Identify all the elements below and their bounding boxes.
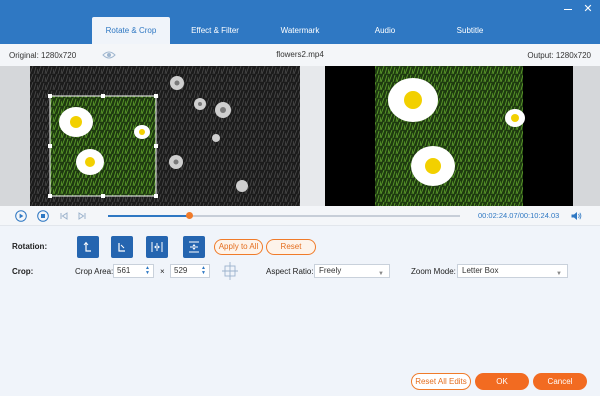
- next-frame-icon[interactable]: [76, 210, 88, 222]
- ok-button[interactable]: OK: [475, 373, 529, 390]
- cancel-button[interactable]: Cancel: [533, 373, 587, 390]
- minimize-icon: [564, 9, 572, 10]
- tab-subtitle[interactable]: Subtitle: [430, 17, 510, 44]
- time-display: 00:02:24.07/00:10:24.03: [478, 211, 560, 220]
- preview-divider: [300, 66, 325, 206]
- output-resolution: Output: 1280x720: [527, 51, 591, 60]
- output-preview: [325, 66, 573, 206]
- previous-frame-icon[interactable]: [58, 210, 70, 222]
- reset-all-edits-button[interactable]: Reset All Edits: [411, 373, 471, 390]
- apply-to-all-button[interactable]: Apply to All: [214, 239, 263, 255]
- original-video-frame: [30, 66, 300, 206]
- stepper-arrows-icon[interactable]: ▲ ▼: [201, 266, 207, 276]
- crop-area-label: Crop Area:: [75, 267, 114, 276]
- tab-effect-filter[interactable]: Effect & Filter: [175, 17, 255, 44]
- tab-audio[interactable]: Audio: [345, 17, 425, 44]
- progress-fill: [108, 215, 189, 217]
- aspect-ratio-select[interactable]: Freely ▼: [314, 264, 390, 278]
- crop-height-value: 529: [174, 266, 188, 275]
- preview-info-bar: Original: 1280x720 flowers2.mp4 Output: …: [0, 44, 600, 66]
- flip-horizontal-icon: [151, 242, 163, 252]
- crop-label: Crop:: [12, 267, 34, 276]
- preview-area: [0, 66, 600, 206]
- volume-icon[interactable]: [570, 210, 582, 222]
- tab-rotate-crop[interactable]: Rotate & Crop: [92, 17, 170, 44]
- rotate-right-icon: [118, 243, 125, 252]
- original-preview[interactable]: [30, 66, 300, 206]
- zoom-mode-select[interactable]: Letter Box ▼: [457, 264, 568, 278]
- crop-width-value: 561: [117, 266, 131, 275]
- aspect-ratio-label: Aspect Ratio:: [266, 267, 314, 276]
- rotate-left-button[interactable]: [77, 236, 99, 258]
- output-video-frame: [325, 66, 573, 206]
- chevron-down-icon: ▼: [378, 271, 384, 277]
- stop-icon[interactable]: [37, 210, 49, 222]
- flip-vertical-button[interactable]: [183, 236, 205, 258]
- play-icon[interactable]: [15, 210, 27, 222]
- zoom-mode-label: Zoom Mode:: [411, 267, 456, 276]
- progress-slider[interactable]: [108, 212, 460, 219]
- rotate-left-icon: [83, 241, 91, 252]
- file-name: flowers2.mp4: [276, 50, 324, 59]
- chevron-down-icon: ▼: [556, 271, 562, 277]
- stepper-arrows-icon[interactable]: ▲ ▼: [145, 266, 151, 276]
- flip-vertical-icon: [189, 241, 199, 253]
- tab-watermark[interactable]: Watermark: [260, 17, 340, 44]
- rotate-right-button[interactable]: [111, 236, 133, 258]
- reset-button[interactable]: Reset: [266, 239, 316, 255]
- flip-horizontal-button[interactable]: [146, 236, 168, 258]
- crop-height-input[interactable]: 529 ▲ ▼: [170, 264, 210, 278]
- rotation-label: Rotation:: [12, 242, 48, 251]
- playback-bar: 00:02:24.07/00:10:24.03: [0, 206, 600, 226]
- crop-width-input[interactable]: 561 ▲ ▼: [113, 264, 154, 278]
- crop-times-sign: ×: [160, 267, 165, 276]
- progress-handle[interactable]: [185, 212, 193, 219]
- aspect-ratio-value: Freely: [319, 266, 342, 275]
- close-button[interactable]: ✕: [580, 2, 596, 16]
- center-crop-icon[interactable]: [222, 262, 238, 280]
- minimize-button[interactable]: [560, 2, 576, 16]
- zoom-mode-value: Letter Box: [462, 266, 499, 275]
